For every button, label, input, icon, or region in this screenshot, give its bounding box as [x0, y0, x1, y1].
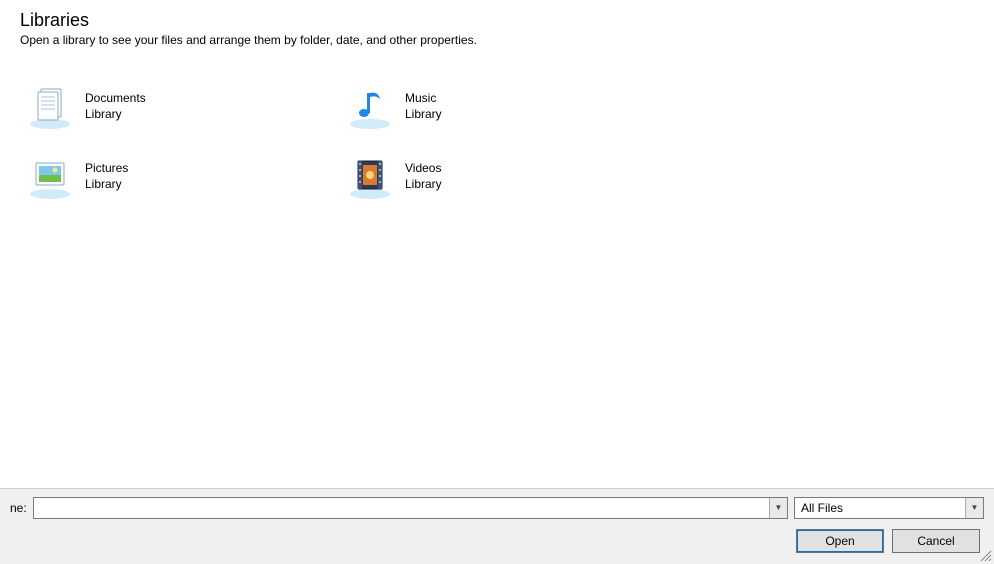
documents-icon [25, 82, 75, 132]
chevron-down-icon: ▼ [971, 504, 979, 512]
library-item-pictures[interactable]: Pictures Library [20, 142, 340, 212]
filetype-selected: All Files [795, 498, 965, 518]
filetype-combobox[interactable]: All Files ▼ [794, 497, 984, 519]
filename-row: ne: ▼ All Files ▼ [10, 497, 984, 519]
pictures-icon [25, 152, 75, 202]
filename-combobox[interactable]: ▼ [33, 497, 788, 519]
cancel-button[interactable]: Cancel [892, 529, 980, 553]
library-type: Library [85, 177, 128, 193]
library-type: Library [405, 107, 442, 123]
library-name: Documents [85, 91, 146, 107]
resize-grip[interactable] [978, 548, 992, 562]
bottom-bar: ne: ▼ All Files ▼ Open Cancel [0, 488, 994, 564]
open-button[interactable]: Open [796, 529, 884, 553]
library-name: Videos [405, 161, 442, 177]
page-title: Libraries [20, 10, 974, 31]
library-type: Library [85, 107, 146, 123]
library-item-music[interactable]: Music Library [340, 72, 660, 142]
content-area: Libraries Open a library to see your fil… [0, 0, 994, 488]
filename-label: ne: [10, 501, 27, 515]
library-type: Library [405, 177, 442, 193]
videos-icon [345, 152, 395, 202]
music-icon [345, 82, 395, 132]
library-grid: Documents Library Music Library [20, 72, 974, 212]
filename-input[interactable] [34, 498, 769, 518]
filetype-dropdown-button[interactable]: ▼ [965, 498, 983, 518]
library-item-documents[interactable]: Documents Library [20, 72, 340, 142]
chevron-down-icon: ▼ [775, 504, 783, 512]
library-name: Music [405, 91, 442, 107]
page-subtitle: Open a library to see your files and arr… [20, 33, 974, 47]
filename-dropdown-button[interactable]: ▼ [769, 498, 787, 518]
library-name: Pictures [85, 161, 128, 177]
button-row: Open Cancel [10, 529, 984, 553]
library-item-videos[interactable]: Videos Library [340, 142, 660, 212]
